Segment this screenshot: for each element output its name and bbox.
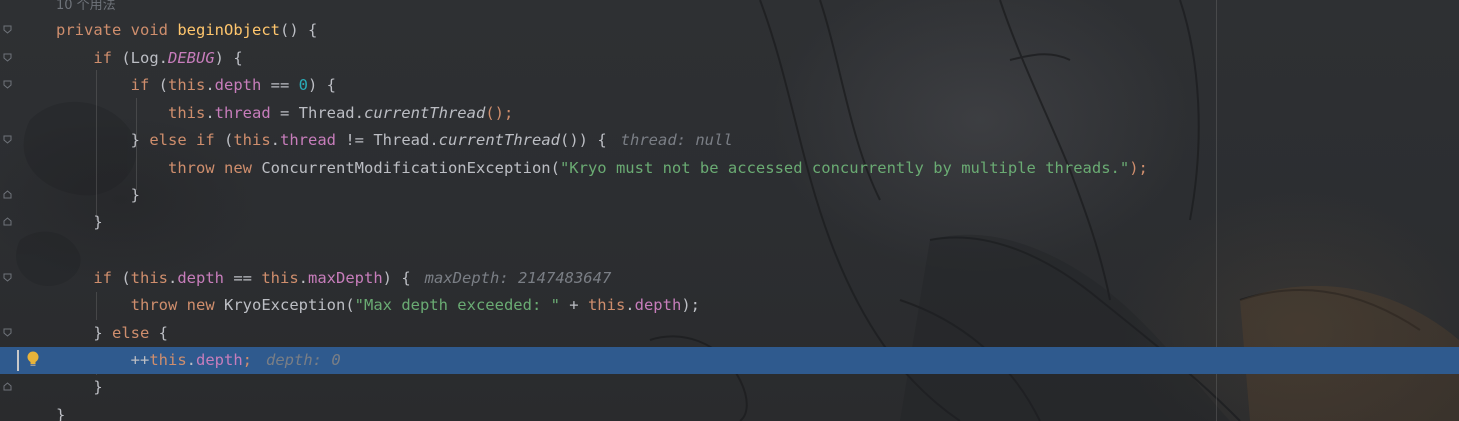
code-text: if (Log.DEBUG) {	[93, 49, 243, 67]
current-execution-line[interactable]: ++this.depth; depth: 0	[0, 347, 1459, 374]
code-text: }	[56, 406, 66, 421]
code-text: }	[93, 213, 103, 231]
code-text: } else if (this.thread != Thread.current…	[130, 131, 733, 149]
lightbulb-icon[interactable]	[26, 350, 40, 368]
code-text: this.thread = Thread.currentThread();	[167, 104, 514, 122]
fold-marker-icon[interactable]	[3, 80, 12, 89]
fold-marker-icon[interactable]	[3, 328, 12, 337]
code-line[interactable]: if (this.depth == 0) {	[0, 72, 1459, 99]
code-text: throw new ConcurrentModificationExceptio…	[167, 159, 1148, 177]
code-text: }	[93, 378, 103, 396]
code-text: private void beginObject() {	[56, 21, 318, 39]
code-line[interactable]: }	[0, 209, 1459, 236]
code-line[interactable]: private void beginObject() {	[0, 17, 1459, 44]
code-line[interactable]: if (this.depth == this.maxDepth) {maxDep…	[0, 265, 1459, 292]
code-line[interactable]: } else if (this.thread != Thread.current…	[0, 127, 1459, 154]
debug-inline-value[interactable]: maxDepth: 2147483647	[425, 269, 612, 287]
code-text: if (this.depth == this.maxDepth) {maxDep…	[93, 269, 612, 287]
code-line[interactable]: }	[0, 182, 1459, 209]
code-line[interactable]: if (Log.DEBUG) {	[0, 45, 1459, 72]
code-line[interactable]: throw new KryoException("Max depth excee…	[0, 292, 1459, 319]
code-editor[interactable]: 10 个用法 private void beginObject() { if (…	[0, 0, 1459, 421]
code-line-empty[interactable]	[0, 237, 1459, 264]
code-line[interactable]: }	[0, 402, 1459, 421]
fold-marker-icon[interactable]	[3, 190, 12, 199]
fold-marker-icon[interactable]	[3, 382, 12, 391]
code-text: }	[130, 186, 140, 204]
debug-inline-value[interactable]: depth: 0	[266, 351, 341, 369]
code-text: } else {	[93, 324, 168, 342]
fold-marker-icon[interactable]	[3, 53, 12, 62]
code-text: throw new KryoException("Max depth excee…	[130, 296, 700, 314]
text-caret	[17, 350, 19, 371]
code-text: ++this.depth; depth: 0	[130, 351, 341, 369]
code-line[interactable]: }	[0, 374, 1459, 401]
debug-inline-value[interactable]: thread: null	[621, 131, 733, 149]
code-text: if (this.depth == 0) {	[130, 76, 337, 94]
code-line[interactable]: } else {	[0, 320, 1459, 347]
fold-marker-icon[interactable]	[3, 217, 12, 226]
fold-marker-icon[interactable]	[3, 25, 12, 34]
code-line[interactable]: this.thread = Thread.currentThread();	[0, 100, 1459, 127]
fold-marker-icon[interactable]	[3, 135, 12, 144]
code-line[interactable]: throw new ConcurrentModificationExceptio…	[0, 155, 1459, 182]
fold-marker-icon[interactable]	[3, 273, 12, 282]
usage-hint[interactable]: 10 个用法	[56, 0, 116, 13]
